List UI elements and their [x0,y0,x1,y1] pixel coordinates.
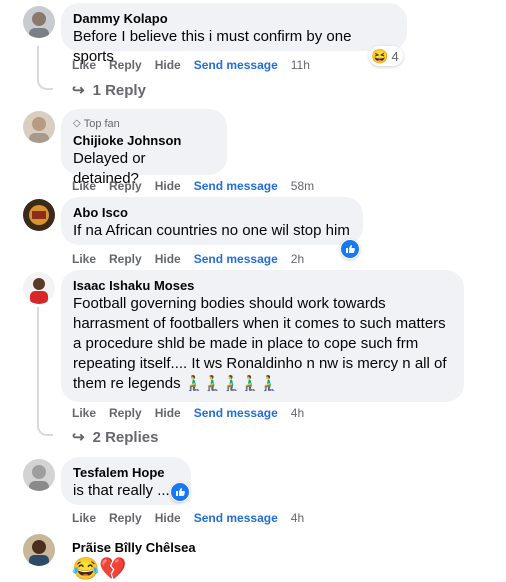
timestamp[interactable]: 2h [291,252,304,266]
replies-label: 1 Reply [92,82,146,99]
comment-bubble: Isaac Ishaku Moses Football governing bo… [61,270,464,402]
replies-label: 2 Replies [92,429,159,446]
badge-label: Top fan [83,118,120,130]
comment-author[interactable]: Chijioke Johnson [73,133,215,149]
reaction-count: 4 [391,48,399,64]
hide-button[interactable]: Hide [155,252,181,266]
reply-arrow-icon: ↪ [72,82,85,99]
like-button[interactable]: Like [72,406,96,420]
comment-actions: Like Reply Hide Send message 4h [72,406,317,420]
avatar[interactable] [23,459,55,491]
hide-button[interactable]: Hide [155,511,181,525]
view-replies-button[interactable]: ↪ 1 Reply [72,81,146,99]
comment-text-line: them re legends 🧎‍♂️🧎‍♂️🧎‍♂️🧎‍♂️🧎‍♂️ [73,375,279,392]
send-message-button[interactable]: Send message [194,406,278,420]
comment-actions: Like Reply Hide Send message 2h [72,252,317,266]
avatar[interactable] [23,111,55,143]
thread-curve [37,76,53,90]
comment-text-line: repeating itself.... It ws Ronaldinho n … [73,355,447,372]
laughing-emoji-icon: 😆 [371,47,389,64]
emoji-comment: 😂💔 [72,556,127,581]
view-replies-button[interactable]: ↪ 2 Replies [72,428,158,446]
avatar[interactable] [23,272,55,304]
reply-button[interactable]: Reply [109,179,142,193]
reaction-badge[interactable]: 😆 4 [369,46,403,66]
thread-line [37,307,39,422]
thread-curve [37,420,53,436]
timestamp[interactable]: 11h [291,58,310,72]
comment-author[interactable]: Isaac Ishaku Moses [73,278,452,294]
top-fan-badge: ◇ Top fan [73,117,215,131]
diamond-icon: ◇ [73,118,81,129]
comment-bubble: ◇ Top fan Chijioke Johnson Delayed or det… [61,109,227,187]
like-button[interactable]: Like [72,252,96,266]
reply-arrow-icon: ↪ [72,429,85,446]
send-message-button[interactable]: Send message [194,511,278,525]
comment-bubble: Dammy Kolapo Before I believe this i mus… [61,3,407,65]
hide-button[interactable]: Hide [155,58,181,72]
comment-actions: Like Reply Hide Send message 11h [72,58,323,72]
reply-button[interactable]: Reply [109,406,142,420]
comment-bubble: Abo Isco If na African countries no one … [61,197,363,245]
comment-text-line: a procedure shld be made in place to cop… [73,335,419,352]
comment-text-line: harrasment of footballers when it comes … [73,315,446,332]
comment-author[interactable]: Prãise Bîlly Chêlsea [72,540,196,556]
comment-author[interactable]: Dammy Kolapo [73,11,395,27]
send-message-button[interactable]: Send message [194,252,278,266]
like-thumb-icon [171,483,189,501]
like-button[interactable]: Like [72,179,96,193]
like-button[interactable]: Like [72,511,96,525]
reply-button[interactable]: Reply [109,252,142,266]
reply-button[interactable]: Reply [109,58,142,72]
comment-text: is that really ... [73,482,170,499]
reaction-badge[interactable] [340,239,360,259]
comment-text-line: Football governing bodies should work to… [73,295,386,312]
hide-button[interactable]: Hide [155,406,181,420]
avatar[interactable] [23,6,55,38]
like-button[interactable]: Like [72,58,96,72]
comment-actions: Like Reply Hide Send message 4h [72,511,317,525]
timestamp[interactable]: 4h [291,406,304,420]
avatar[interactable] [23,534,55,566]
hide-button[interactable]: Hide [155,179,181,193]
reaction-badge[interactable] [170,482,190,502]
like-thumb-icon [341,240,359,258]
reply-button[interactable]: Reply [109,511,142,525]
timestamp[interactable]: 4h [291,511,304,525]
comment-author[interactable]: Abo Isco [73,205,351,221]
comment-actions: Like Reply Hide Send message 58m [72,179,327,193]
comment-text: If na African countries no one wil stop … [73,222,350,239]
comment-author[interactable]: Tesfalem Hope [73,465,179,481]
send-message-button[interactable]: Send message [194,58,278,72]
timestamp[interactable]: 58m [291,179,314,193]
send-message-button[interactable]: Send message [194,179,278,193]
avatar[interactable] [23,199,55,231]
